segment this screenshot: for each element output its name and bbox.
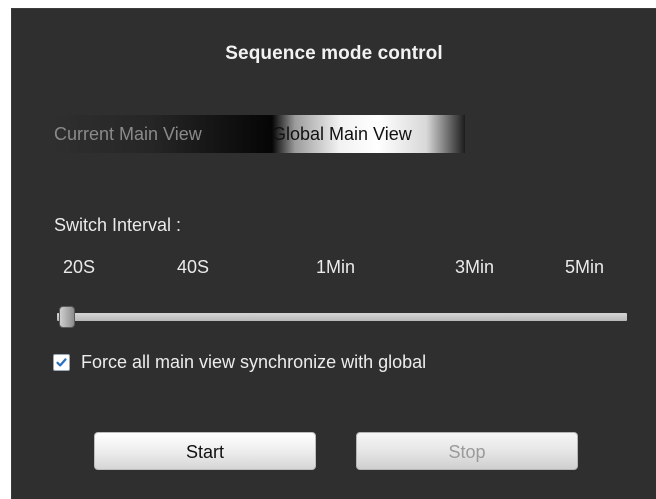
interval-tick-1min: 1Min [316,257,356,277]
interval-tick-40s: 40S [177,257,210,277]
check-icon [56,358,67,367]
view-tabs: Current Main View Global Main View [52,115,465,153]
panel-title: Sequence mode control [225,43,443,64]
interval-slider[interactable] [57,306,627,328]
sequence-mode-panel: Sequence mode control Current Main View … [11,8,656,499]
stop-button[interactable]: Stop [356,432,578,470]
interval-tick-5min: 5Min [565,257,605,277]
sync-checkbox-label: Force all main view synchronize with glo… [81,352,427,372]
tab-current-main-view[interactable]: Current Main View [52,115,272,153]
interval-slider-handle[interactable] [59,306,75,328]
interval-tick-20s: 20S [63,257,96,277]
sync-checkbox[interactable] [53,354,70,371]
tab-global-main-view[interactable]: Global Main View [272,115,465,153]
start-button[interactable]: Start [94,432,316,470]
interval-tick-3min: 3Min [455,257,495,277]
switch-interval-label: Switch Interval : [54,215,182,235]
sync-option[interactable]: Force all main view synchronize with glo… [53,352,426,373]
